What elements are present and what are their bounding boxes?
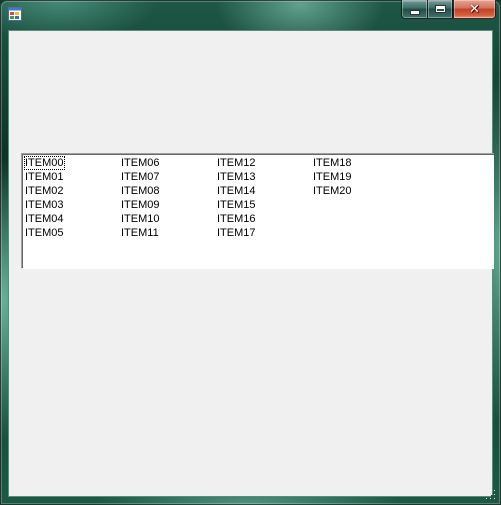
list-item[interactable]: ITEM14 bbox=[216, 184, 257, 198]
list-item[interactable]: ITEM08 bbox=[120, 184, 161, 198]
minimize-button[interactable] bbox=[401, 0, 427, 19]
list-item[interactable]: ITEM07 bbox=[120, 170, 161, 184]
maximize-button[interactable] bbox=[427, 0, 453, 19]
caption-buttons: ✕ bbox=[401, 0, 496, 20]
window-frame: ✕ ITEM00 ITEM01 ITEM02 ITEM03 ITEM04 ITEM05 IT… bbox=[0, 0, 501, 505]
list-item[interactable]: ITEM17 bbox=[216, 226, 257, 240]
close-button[interactable]: ✕ bbox=[453, 0, 496, 19]
list-item[interactable]: ITEM05 bbox=[24, 226, 65, 240]
list-item[interactable]: ITEM01 bbox=[24, 170, 65, 184]
list-item[interactable]: ITEM09 bbox=[120, 198, 161, 212]
list-item[interactable]: ITEM20 bbox=[312, 184, 353, 198]
close-icon: ✕ bbox=[469, 1, 480, 17]
maximize-icon bbox=[434, 5, 446, 13]
list-item[interactable]: ITEM16 bbox=[216, 212, 257, 226]
list-item[interactable]: ITEM18 bbox=[312, 156, 353, 170]
client-area: ITEM00 ITEM01 ITEM02 ITEM03 ITEM04 ITEM05 ITEM… bbox=[8, 30, 494, 497]
app-window-icon[interactable] bbox=[8, 7, 22, 21]
size-grip-icon[interactable] bbox=[486, 490, 498, 502]
list-item[interactable]: ITEM15 bbox=[216, 198, 257, 212]
list-view[interactable]: ITEM00 ITEM01 ITEM02 ITEM03 ITEM04 ITEM05 ITEM… bbox=[21, 153, 494, 269]
list-item[interactable]: ITEM02 bbox=[24, 184, 65, 198]
minimize-icon bbox=[409, 9, 420, 15]
list-item[interactable]: ITEM00 bbox=[24, 156, 65, 170]
list-item[interactable]: ITEM06 bbox=[120, 156, 161, 170]
list-item[interactable]: ITEM13 bbox=[216, 170, 257, 184]
list-item[interactable]: ITEM19 bbox=[312, 170, 353, 184]
list-item[interactable]: ITEM03 bbox=[24, 198, 65, 212]
list-item[interactable]: ITEM04 bbox=[24, 212, 65, 226]
list-item[interactable]: ITEM12 bbox=[216, 156, 257, 170]
list-item[interactable]: ITEM10 bbox=[120, 212, 161, 226]
list-item[interactable]: ITEM11 bbox=[120, 226, 160, 240]
